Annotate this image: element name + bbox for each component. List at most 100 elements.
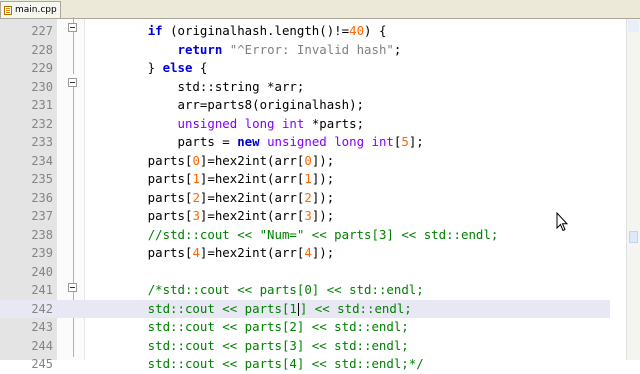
line-number: 239: [31, 246, 53, 260]
code-token: *parts;: [304, 115, 365, 131]
code-token: ] << std::endl;: [299, 300, 412, 316]
code-text: std::cout << parts[2] << std::endl;: [88, 318, 409, 337]
tab-bar: main.cpp: [0, 0, 640, 19]
code-line[interactable]: 230 std::string *arr;: [0, 78, 610, 97]
code-token: 2: [304, 189, 312, 205]
code-token: parts[: [88, 245, 193, 260]
code-text: parts[4]=hex2int(arr[4]);: [88, 244, 335, 263]
code-token: return: [177, 41, 223, 57]
text-caret: [297, 302, 299, 316]
code-token: 3: [192, 208, 200, 223]
code-text: /*std::cout << parts[0] << std::endl;: [88, 281, 424, 300]
code-token: 4: [304, 245, 312, 260]
code-token: std::cout << parts[3] << std::endl;: [88, 337, 409, 353]
line-number: 244: [31, 338, 53, 353]
code-token: unsigned long int: [267, 134, 394, 149]
code-token: parts[: [88, 208, 193, 223]
code-line[interactable]: 238 //std::cout << "Num=" << parts[3] <<…: [0, 226, 610, 245]
line-number: 227: [31, 24, 53, 38]
line-number: 238: [31, 227, 53, 242]
mouse-pointer-icon: [556, 212, 568, 232]
line-number: 233: [31, 135, 53, 149]
code-line[interactable]: 245 std::cout << parts[4] << std::endl;*…: [0, 355, 610, 374]
line-number: 235: [31, 172, 53, 186]
code-token: ]);: [311, 208, 335, 223]
line-number: 228: [31, 42, 53, 57]
code-line[interactable]: 233 parts = new unsigned long int[5];: [0, 133, 610, 152]
code-token: parts =: [88, 134, 238, 149]
code-token: parts[: [88, 152, 193, 168]
code-token: 3: [304, 208, 312, 223]
code-text: } else {: [88, 59, 208, 78]
code-token: unsigned long int: [177, 115, 305, 131]
code-text: parts[3]=hex2int(arr[3]);: [88, 207, 335, 226]
code-token: {: [192, 60, 208, 75]
code-token: std::string *arr;: [88, 78, 305, 94]
code-token: std::cout << parts[4] << std::endl;*/: [88, 356, 424, 371]
tab-main-cpp[interactable]: main.cpp: [0, 1, 61, 18]
file-icon: [4, 5, 12, 15]
code-editor[interactable]: 227 if (originalhash.length()!=40) {228 …: [0, 17, 640, 371]
code-text: parts[2]=hex2int(arr[2]);: [88, 189, 335, 208]
code-token: if: [147, 23, 163, 38]
code-token: else: [162, 60, 193, 75]
code-token: new: [237, 134, 260, 149]
code-token: 0: [192, 152, 200, 168]
scrollbar-thumb[interactable]: [629, 231, 638, 243]
code-token: "^Error: Invalid hash": [229, 41, 394, 57]
code-token: ]=hex2int(arr[: [199, 171, 305, 186]
code-text: if (originalhash.length()!=40) {: [88, 22, 387, 41]
code-token: ]=hex2int(arr[: [199, 189, 305, 205]
line-number: 234: [31, 153, 53, 168]
code-line[interactable]: 237 parts[3]=hex2int(arr[3]);: [0, 207, 610, 226]
code-line[interactable]: 231 arr=parts8(originalhash);: [0, 96, 610, 115]
line-number: 232: [31, 116, 53, 131]
code-token: parts[: [88, 171, 193, 186]
code-token: ]=hex2int(arr[: [199, 152, 305, 168]
code-token: 2: [192, 189, 200, 205]
code-token: ]);: [311, 189, 335, 205]
code-line[interactable]: 242 std::cout << parts[1] << std::endl;: [0, 299, 610, 318]
code-token: std::cout << parts[2] << std::endl;: [88, 319, 409, 334]
code-line[interactable]: 240: [0, 263, 610, 282]
code-text: std::cout << parts[3] << std::endl;: [88, 337, 409, 356]
code-line[interactable]: 229 } else {: [0, 59, 610, 78]
code-token: }: [88, 60, 163, 75]
code-line[interactable]: 227 if (originalhash.length()!=40) {: [0, 22, 610, 41]
code-token: parts[: [88, 189, 193, 205]
code-line[interactable]: 236 parts[2]=hex2int(arr[2]);: [0, 189, 610, 208]
code-line[interactable]: 228 return "^Error: Invalid hash";: [0, 41, 610, 60]
code-line[interactable]: 232 unsigned long int *parts;: [0, 115, 610, 134]
code-text: parts = new unsigned long int[5];: [88, 133, 424, 152]
code-token: //std::cout << "Num=" << parts[3] << std…: [147, 226, 499, 242]
code-text: std::cout << parts[4] << std::endl;*/: [88, 355, 424, 374]
line-number: 243: [31, 320, 53, 334]
line-number: 241: [31, 283, 53, 297]
code-line[interactable]: 234 parts[0]=hex2int(arr[0]);: [0, 152, 610, 171]
vertical-scrollbar[interactable]: [626, 19, 640, 360]
code-line[interactable]: 244 std::cout << parts[3] << std::endl;: [0, 337, 610, 356]
code-text: //std::cout << "Num=" << parts[3] << std…: [88, 226, 499, 245]
code-line[interactable]: 239 parts[4]=hex2int(arr[4]);: [0, 244, 610, 263]
code-token: std::cout << parts[1: [88, 300, 297, 316]
code-token: ;: [393, 41, 402, 57]
scroll-up-button[interactable]: [628, 20, 639, 32]
code-line[interactable]: 243 std::cout << parts[2] << std::endl;: [0, 318, 610, 337]
code-token: ];: [408, 134, 424, 149]
code-line[interactable]: 235 parts[1]=hex2int(arr[1]);: [0, 170, 610, 189]
line-number: 240: [31, 264, 53, 279]
code-token: 40: [349, 23, 365, 38]
code-token: (originalhash.length()!=: [162, 23, 350, 38]
code-token: 5: [401, 134, 409, 149]
tab-label: main.cpp: [15, 5, 57, 15]
code-line[interactable]: 241 /*std::cout << parts[0] << std::endl…: [0, 281, 610, 300]
line-number: 237: [31, 209, 53, 223]
code-token: 4: [192, 245, 200, 260]
